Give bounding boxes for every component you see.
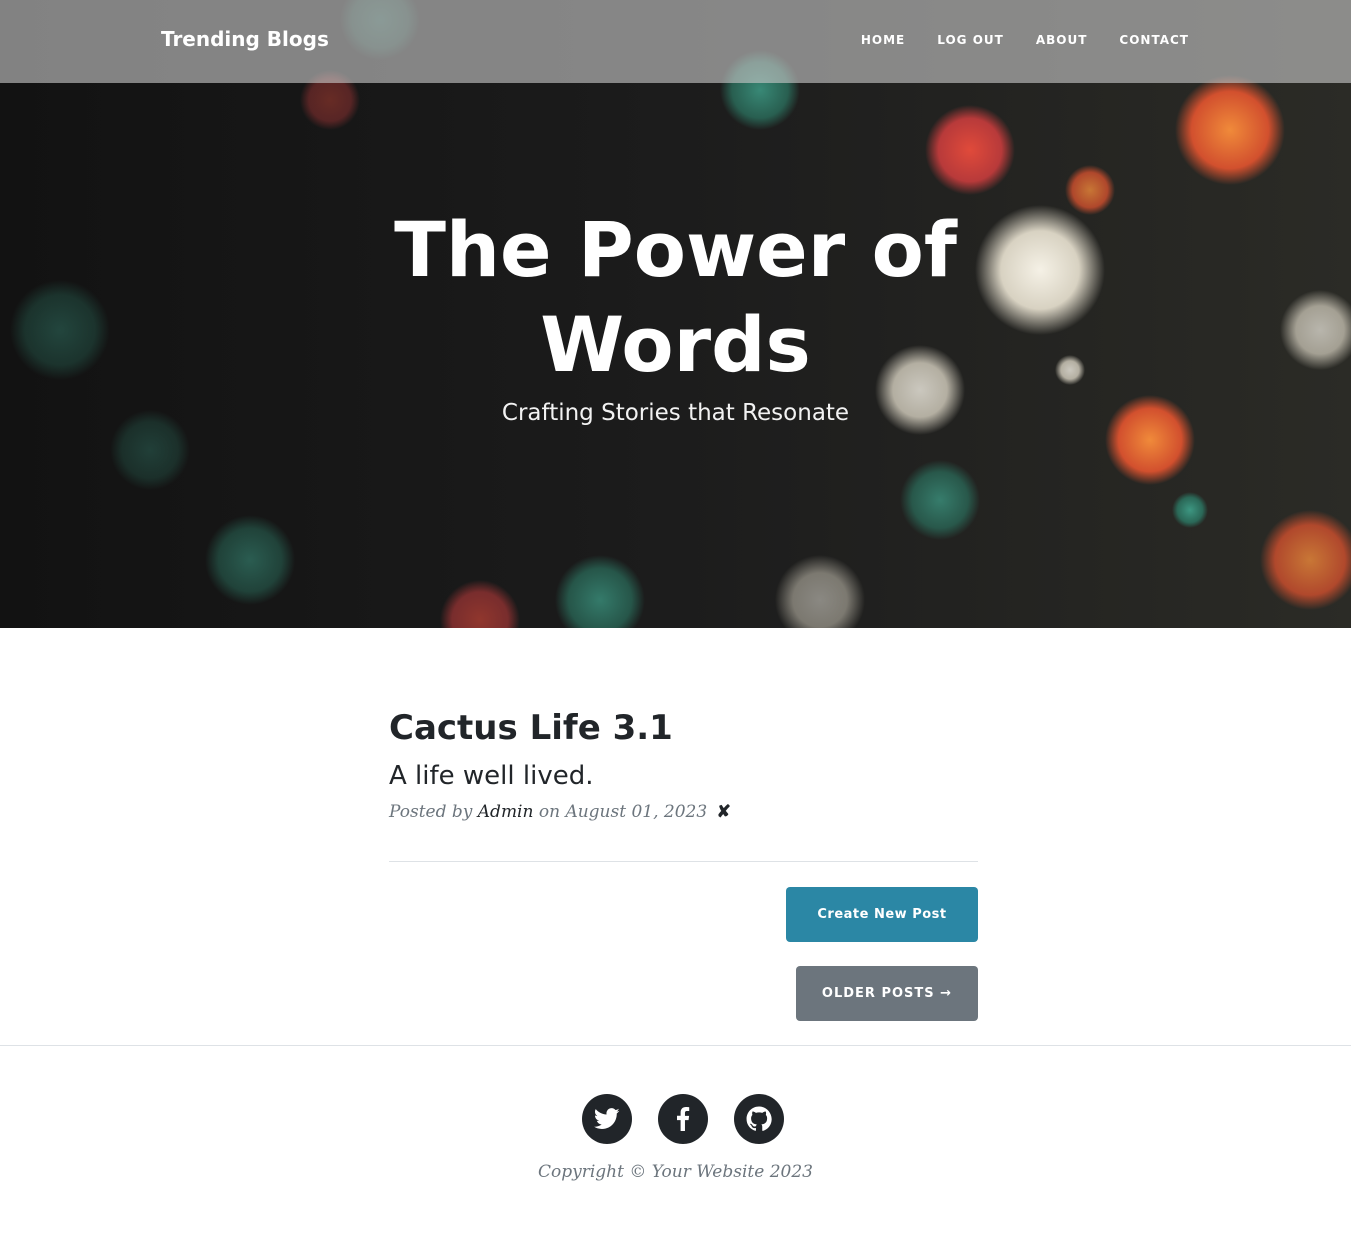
post-subtitle[interactable]: A life well lived. bbox=[389, 756, 978, 796]
post-preview: Cactus Life 3.1 A life well lived. Poste… bbox=[389, 700, 978, 839]
nav-link-home[interactable]: HOME bbox=[861, 33, 905, 47]
hero-title-line1: The Power of bbox=[394, 205, 957, 294]
post-date: August 01, 2023 bbox=[565, 802, 708, 822]
post-meta-prefix: Posted by bbox=[389, 802, 473, 822]
facebook-glyph bbox=[677, 1107, 690, 1131]
create-new-post-button[interactable]: Create New Post bbox=[786, 887, 978, 942]
delete-post-icon[interactable]: ✘ bbox=[717, 802, 731, 822]
nav-link-contact[interactable]: CONTACT bbox=[1119, 33, 1189, 47]
nav-link-logout[interactable]: LOG OUT bbox=[937, 33, 1004, 47]
copyright-text: Copyright © Your Website 2023 bbox=[538, 1162, 813, 1182]
brand-logo[interactable]: Trending Blogs bbox=[161, 27, 329, 51]
hero-subtitle: Crafting Stories that Resonate bbox=[501, 400, 850, 426]
nav-links: HOME LOG OUT ABOUT CONTACT bbox=[861, 33, 1189, 47]
post-meta: Posted by Admin on August 01, 2023 ✘ bbox=[389, 802, 978, 822]
hero-title: The Power of Words bbox=[0, 202, 1351, 392]
post-author-link[interactable]: Admin bbox=[478, 802, 534, 822]
footer-divider bbox=[0, 1045, 1351, 1046]
navbar: Trending Blogs HOME LOG OUT ABOUT CONTAC… bbox=[0, 0, 1351, 83]
social-links bbox=[582, 1094, 784, 1144]
hero-title-line2: Words bbox=[540, 300, 811, 389]
github-glyph bbox=[746, 1106, 772, 1131]
twitter-icon[interactable] bbox=[582, 1094, 632, 1144]
post-meta-middle: on bbox=[538, 802, 561, 822]
post-title[interactable]: Cactus Life 3.1 bbox=[389, 700, 978, 756]
github-icon[interactable] bbox=[734, 1094, 784, 1144]
twitter-glyph bbox=[594, 1108, 620, 1129]
nav-link-about[interactable]: ABOUT bbox=[1036, 33, 1088, 47]
older-posts-button[interactable]: OLDER POSTS → bbox=[796, 966, 978, 1021]
post-divider bbox=[389, 861, 978, 862]
facebook-icon[interactable] bbox=[658, 1094, 708, 1144]
hero-header: Trending Blogs HOME LOG OUT ABOUT CONTAC… bbox=[0, 0, 1351, 628]
